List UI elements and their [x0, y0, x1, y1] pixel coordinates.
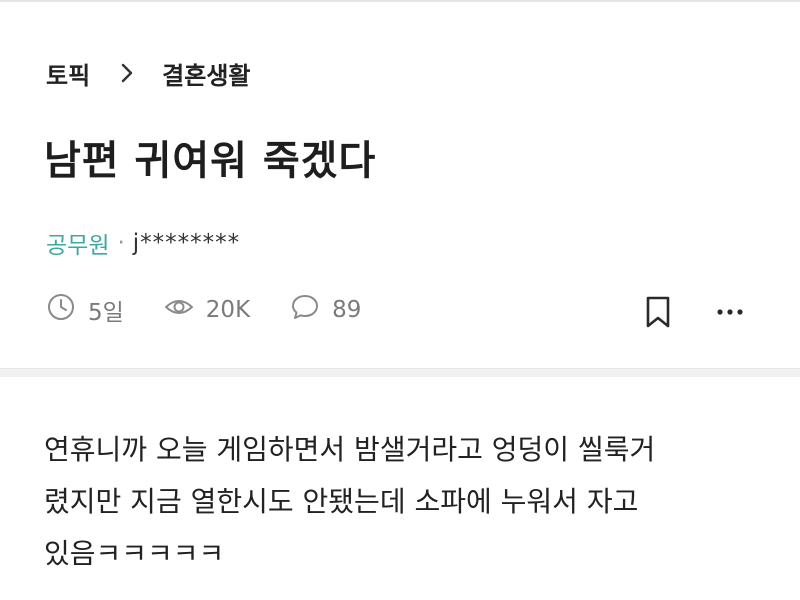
post-title: 남편 귀여워 죽겠다: [44, 138, 377, 184]
more-button[interactable]: [710, 292, 750, 332]
more-icon: [717, 309, 743, 315]
breadcrumb-category[interactable]: 결혼생활: [162, 56, 250, 91]
bookmark-icon: [646, 296, 670, 328]
bookmark-button[interactable]: [638, 292, 678, 332]
section-divider: [0, 368, 800, 377]
comments-stat[interactable]: 89: [290, 292, 361, 328]
comment-icon: [290, 292, 332, 328]
time-stat: 5일: [46, 292, 124, 328]
breadcrumb-topic[interactable]: 토픽: [46, 56, 90, 91]
breadcrumb: 토픽 결혼생활: [46, 56, 251, 90]
clock-icon: [46, 292, 88, 328]
post-actions: [638, 292, 750, 332]
views-stat: 20K: [164, 292, 250, 328]
post-header: 토픽 결혼생활 남편 귀여워 죽겠다 공무원 · j******** 5일 20…: [0, 0, 800, 370]
content-line: 렸지만 지금 열한시도 안됐는데 소파에 누워서 자고: [44, 485, 639, 518]
author-nickname: j********: [132, 230, 241, 256]
views-count: 20K: [205, 297, 251, 323]
content-line: 있음ㅋㅋㅋㅋㅋ: [44, 537, 225, 570]
author-company[interactable]: 공무원: [46, 226, 109, 260]
post-stats: 5일 20K 89: [46, 292, 401, 328]
post-content: 연휴니까 오늘 게임하면서 밤샐거라고 엉덩이 씰룩거 렸지만 지금 열한시도 …: [44, 424, 764, 580]
author-info: 공무원 · j********: [46, 226, 240, 260]
author-separator: ·: [117, 230, 125, 256]
time-text: 5일: [88, 300, 124, 326]
chevron-right-icon: [114, 60, 140, 86]
content-line: 연휴니까 오늘 게임하면서 밤샐거라고 엉덩이 씰룩거: [44, 433, 656, 466]
eye-icon: [164, 292, 206, 328]
post-page: 토픽 결혼생활 남편 귀여워 죽겠다 공무원 · j******** 5일 20…: [0, 0, 800, 600]
comments-count: 89: [332, 297, 362, 323]
